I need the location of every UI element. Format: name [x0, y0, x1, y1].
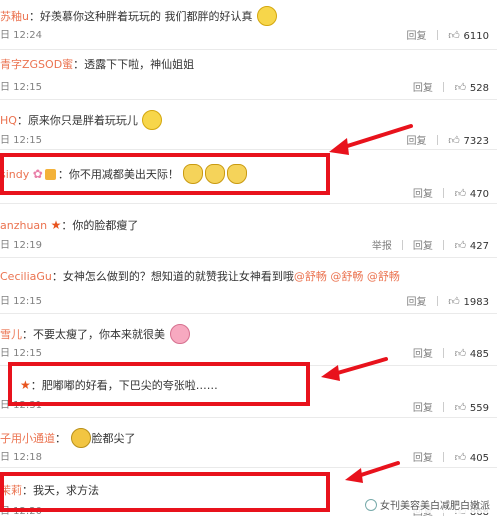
- divider: [436, 135, 438, 145]
- separator-colon: ：: [22, 328, 33, 341]
- like-count: 427: [469, 241, 489, 252]
- thumbs-up-icon[interactable]: 👍︎: [454, 452, 467, 464]
- comment-username[interactable]: HQ: [0, 114, 17, 127]
- comment-item: CeciliaGu：女神怎么做到的？想知道的就赞我让女神看到哦@舒畅 @舒畅 @…: [0, 258, 497, 314]
- comment-username[interactable]: 青字ZGSOD蜜: [0, 58, 73, 71]
- comment-time: 日 12:15: [0, 296, 42, 307]
- separator-colon: ：: [73, 58, 85, 71]
- comment-item: 苏釉u：好羡慕你这种胖着玩玩的 我们都胖的好认真 日 12:24 回复 👍︎ 611…: [0, 0, 497, 50]
- divider: [442, 452, 444, 462]
- comment-time: 日 12:15: [0, 82, 42, 93]
- comment-text: 脸都尖了: [91, 432, 136, 445]
- shocked-face-emoji-icon: [70, 428, 91, 448]
- report-button[interactable]: 举报: [372, 241, 392, 252]
- divider: [442, 82, 444, 92]
- comment-text: 不要太瘦了，你本来就很美: [33, 328, 165, 341]
- thumbs-up-icon[interactable]: 👍︎: [454, 402, 467, 414]
- thumbs-up-icon[interactable]: 👍︎: [454, 82, 467, 94]
- pig-face-emoji-icon: [169, 324, 190, 344]
- comment-actions: 回复 👍︎ 485: [413, 348, 489, 361]
- comment-time: 日 12:15: [0, 135, 42, 146]
- divider: [442, 402, 444, 412]
- divider: [436, 296, 438, 306]
- comment-text: 透露下下啦，神仙姐姐: [84, 58, 195, 71]
- comment-item: 青字ZGSOD蜜：透露下下啦，神仙姐姐 日 12:15 回复 👍︎ 528: [0, 50, 497, 100]
- like-count: 405: [469, 453, 489, 464]
- divider: [436, 30, 438, 40]
- thumbs-up-icon[interactable]: 👍︎: [448, 296, 461, 308]
- like-count: 7323: [463, 136, 489, 147]
- like-count: 485: [469, 349, 489, 360]
- comment-time: 日 12:15: [0, 348, 42, 359]
- wechat-logo-icon: [365, 499, 377, 511]
- reply-button[interactable]: 回复: [407, 31, 427, 42]
- comment-username[interactable]: 子用小通道: [0, 432, 55, 445]
- divider: [442, 188, 444, 198]
- reply-button[interactable]: 回复: [407, 297, 427, 308]
- comment-actions: 回复 👍︎ 528: [413, 82, 489, 95]
- comment-feed: 苏釉u：好羡慕你这种胖着玩玩的 我们都胖的好认真 日 12:24 回复 👍︎ 611…: [0, 0, 497, 523]
- arrow-icon: [329, 124, 413, 155]
- reply-button[interactable]: 回复: [413, 189, 433, 200]
- comment-username[interactable]: 苏釉u: [0, 10, 29, 23]
- comment-time: 日 12:24: [0, 30, 42, 41]
- like-count: 528: [469, 83, 489, 94]
- comment-item: HQ：原来你只是胖着玩玩儿 日 12:15 回复 👍︎ 7323: [0, 100, 497, 150]
- reply-button[interactable]: 回复: [413, 349, 433, 360]
- reply-button[interactable]: 回复: [413, 241, 433, 252]
- comment-item: 雪儿：不要太瘦了，你本来就很美 日 12:15 回复 👍︎ 485: [0, 314, 497, 366]
- comment-actions: 回复 👍︎ 559: [413, 402, 489, 415]
- thumbs-up-icon[interactable]: 👍︎: [454, 240, 467, 252]
- reply-button[interactable]: 回复: [413, 453, 433, 464]
- reply-button[interactable]: 回复: [413, 403, 433, 414]
- highlight-box: [0, 153, 330, 195]
- mention-link[interactable]: @舒畅: [294, 270, 327, 283]
- thumbs-up-icon[interactable]: 👍︎: [448, 135, 461, 147]
- highlight-box: [0, 472, 330, 512]
- comment-actions: 回复 👍︎ 1983: [407, 296, 489, 309]
- thumbs-up-icon[interactable]: 👍︎: [454, 348, 467, 360]
- comment-actions: 回复 👍︎ 470: [413, 188, 489, 201]
- divider: [442, 240, 444, 250]
- separator-colon: ：: [61, 219, 73, 232]
- smile-emoji-icon: [142, 110, 163, 130]
- comment-time: 日 12:18: [0, 452, 42, 463]
- star-icon: ★: [50, 218, 62, 232]
- separator-colon: ：: [51, 270, 63, 283]
- comment-text: 女神怎么做到的？想知道的就赞我让女神看到哦: [62, 270, 294, 283]
- separator-colon: ：: [16, 114, 28, 127]
- comment-item: 子用小通道： 脸都尖了 日 12:18 回复 👍︎ 405: [0, 418, 497, 468]
- arrow-icon: [321, 357, 388, 381]
- comment-actions: 回复 👍︎ 6110: [407, 30, 489, 43]
- comment-text: 好羡慕你这种胖着玩玩的 我们都胖的好认真: [39, 10, 253, 23]
- comment-username[interactable]: anzhuan: [0, 219, 47, 232]
- comment-text: 原来你只是胖着玩玩儿: [27, 114, 138, 127]
- comment-username[interactable]: CeciliaGu: [0, 270, 52, 283]
- like-count: 1983: [463, 297, 489, 308]
- divider: [442, 348, 444, 358]
- comment-actions: 举报 回复 👍︎ 427: [372, 240, 489, 253]
- comment-text: 你的脸都瘦了: [72, 219, 139, 232]
- reply-button[interactable]: 回复: [413, 83, 433, 94]
- watermark: 女刊美容美白减肥白嫩派: [362, 496, 493, 513]
- comment-actions: 回复 👍︎ 405: [413, 452, 489, 465]
- comment-username[interactable]: 雪儿: [0, 328, 22, 341]
- thumbs-up-icon[interactable]: 👍︎: [454, 188, 467, 200]
- separator-colon: ：: [55, 432, 66, 445]
- smile-emoji-icon: [256, 6, 277, 26]
- like-count: 470: [469, 189, 489, 200]
- arrow-icon: [345, 461, 400, 483]
- divider: [401, 240, 403, 250]
- separator-colon: ：: [28, 10, 40, 23]
- mention-link[interactable]: @舒畅: [330, 270, 363, 283]
- comment-time: 日 12:19: [0, 240, 42, 251]
- highlight-box: [8, 362, 310, 406]
- comment-item: anzhuan ★：你的脸都瘦了 日 12:19 举报 回复 👍︎ 427: [0, 204, 497, 258]
- thumbs-up-icon[interactable]: 👍︎: [448, 30, 461, 42]
- like-count: 6110: [463, 31, 489, 42]
- like-count: 559: [469, 403, 489, 414]
- comment-actions: 回复 👍︎ 7323: [407, 135, 489, 148]
- watermark-text: 女刊美容美白减肥白嫩派: [380, 501, 490, 512]
- mention-link[interactable]: @舒畅: [367, 270, 400, 283]
